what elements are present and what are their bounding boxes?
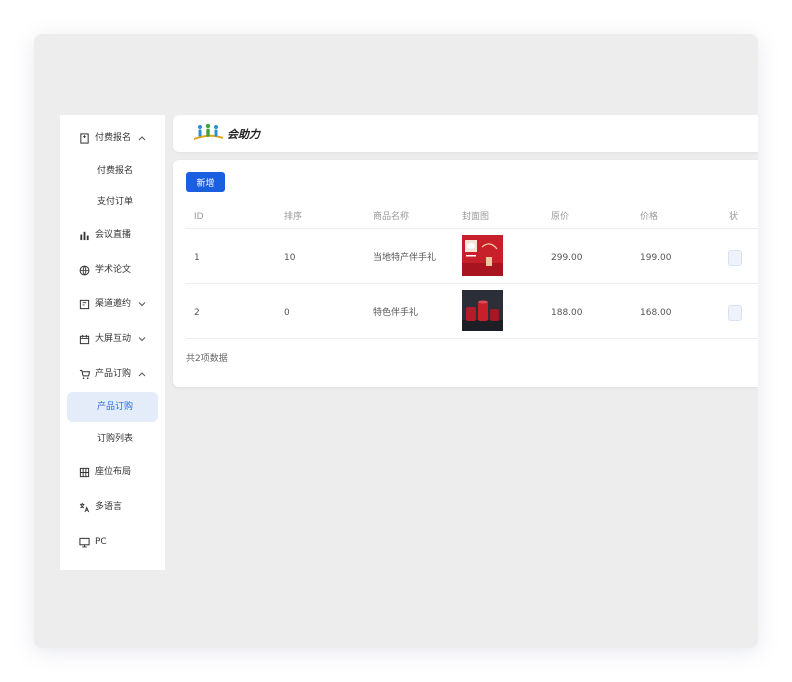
shopping-cart-icon — [78, 368, 90, 380]
header-divider — [186, 228, 758, 229]
sidebar-item-label: 产品订购 — [95, 369, 132, 379]
globe-icon — [78, 264, 90, 276]
sidebar-item-multilingual[interactable]: 多语言 — [60, 491, 165, 523]
sidebar-item-label: 座位布局 — [95, 467, 132, 477]
translate-icon — [78, 501, 90, 513]
cell-price: 199.00 — [640, 253, 672, 263]
chevron-down-icon — [137, 298, 147, 310]
cell-id: 1 — [194, 253, 200, 263]
sidebar-subitem-product-orders-active[interactable]: 产品订购 — [67, 392, 158, 422]
sidebar-subitem-order-list[interactable]: 订购列表 — [60, 424, 165, 454]
sidebar-subitem-payment-orders[interactable]: 支付订单 — [60, 187, 165, 217]
bar-chart-icon — [78, 229, 90, 241]
app-frame: 付费报名 付费报名 支付订单 会议直播 学术论文 渠道邀约 大屏互动 产品订购 … — [34, 34, 758, 648]
column-header-id: ID — [194, 212, 204, 222]
add-button[interactable]: 新增 — [186, 172, 225, 192]
cell-price: 168.00 — [640, 308, 672, 318]
calendar-icon — [78, 333, 90, 345]
sidebar: 付费报名 付费报名 支付订单 会议直播 学术论文 渠道邀约 大屏互动 产品订购 … — [60, 115, 165, 570]
status-toggle[interactable] — [728, 305, 742, 321]
bookmark-icon — [78, 132, 90, 144]
grid-layout-icon — [78, 466, 90, 478]
sidebar-subitem-label: 支付订单 — [97, 197, 134, 207]
top-header: 会助力 — [173, 115, 758, 152]
sidebar-item-pc[interactable]: PC — [60, 526, 165, 558]
row-divider — [186, 338, 758, 339]
column-header-sort: 排序 — [284, 212, 303, 222]
cell-sort: 0 — [284, 308, 290, 318]
product-table-card: 新增 ID 排序 商品名称 封面图 原价 价格 状 1 10 当地特产伴手礼 2… — [173, 160, 758, 387]
sidebar-item-channel-invites[interactable]: 渠道邀约 — [60, 288, 165, 320]
product-cover-image[interactable] — [462, 290, 503, 331]
chevron-up-icon — [137, 132, 147, 144]
sidebar-item-live-stream[interactable]: 会议直播 — [60, 219, 165, 251]
sidebar-item-seat-layout[interactable]: 座位布局 — [60, 456, 165, 488]
logo-text: 会助力 — [227, 128, 261, 141]
product-cover-image[interactable] — [462, 235, 503, 276]
logo-mark: 会助力 — [194, 123, 261, 141]
chevron-up-icon — [137, 368, 147, 380]
total-count: 共2项数据 — [186, 354, 228, 364]
cell-original-price: 188.00 — [551, 308, 583, 318]
cell-id: 2 — [194, 308, 200, 318]
column-header-product-name: 商品名称 — [373, 212, 410, 222]
cell-sort: 10 — [284, 253, 296, 263]
sidebar-subitem-label: 付费报名 — [97, 166, 134, 176]
cell-product-name: 当地特产伴手礼 — [373, 253, 437, 263]
sidebar-subitem-label: 产品订购 — [97, 402, 134, 412]
sidebar-item-label: 付费报名 — [95, 133, 132, 143]
sidebar-item-screen-interaction[interactable]: 大屏互动 — [60, 323, 165, 355]
sidebar-item-product-orders[interactable]: 产品订购 — [60, 358, 165, 390]
sidebar-item-academic-papers[interactable]: 学术论文 — [60, 254, 165, 286]
sidebar-subitem-label: 订购列表 — [97, 434, 134, 444]
company-logo[interactable]: 会助力 — [193, 122, 265, 144]
sidebar-item-label: 大屏互动 — [95, 334, 132, 344]
monitor-icon — [78, 536, 90, 548]
sidebar-subitem-paid-registration[interactable]: 付费报名 — [60, 156, 165, 186]
cell-product-name: 特色伴手礼 — [373, 308, 419, 318]
sidebar-item-paid-registration[interactable]: 付费报名 — [60, 122, 165, 154]
sidebar-item-label: PC — [95, 537, 107, 547]
sidebar-item-label: 多语言 — [95, 502, 123, 512]
row-divider — [186, 283, 758, 284]
chevron-down-icon — [137, 333, 147, 345]
column-header-status: 状 — [729, 212, 739, 222]
sidebar-item-label: 学术论文 — [95, 265, 132, 275]
invite-card-icon — [78, 298, 90, 310]
status-toggle[interactable] — [728, 250, 742, 266]
column-header-original-price: 原价 — [551, 212, 570, 222]
column-header-price: 价格 — [640, 212, 659, 222]
sidebar-item-label: 渠道邀约 — [95, 299, 132, 309]
sidebar-item-label: 会议直播 — [95, 230, 132, 240]
column-header-cover: 封面图 — [462, 212, 490, 222]
cell-original-price: 299.00 — [551, 253, 583, 263]
